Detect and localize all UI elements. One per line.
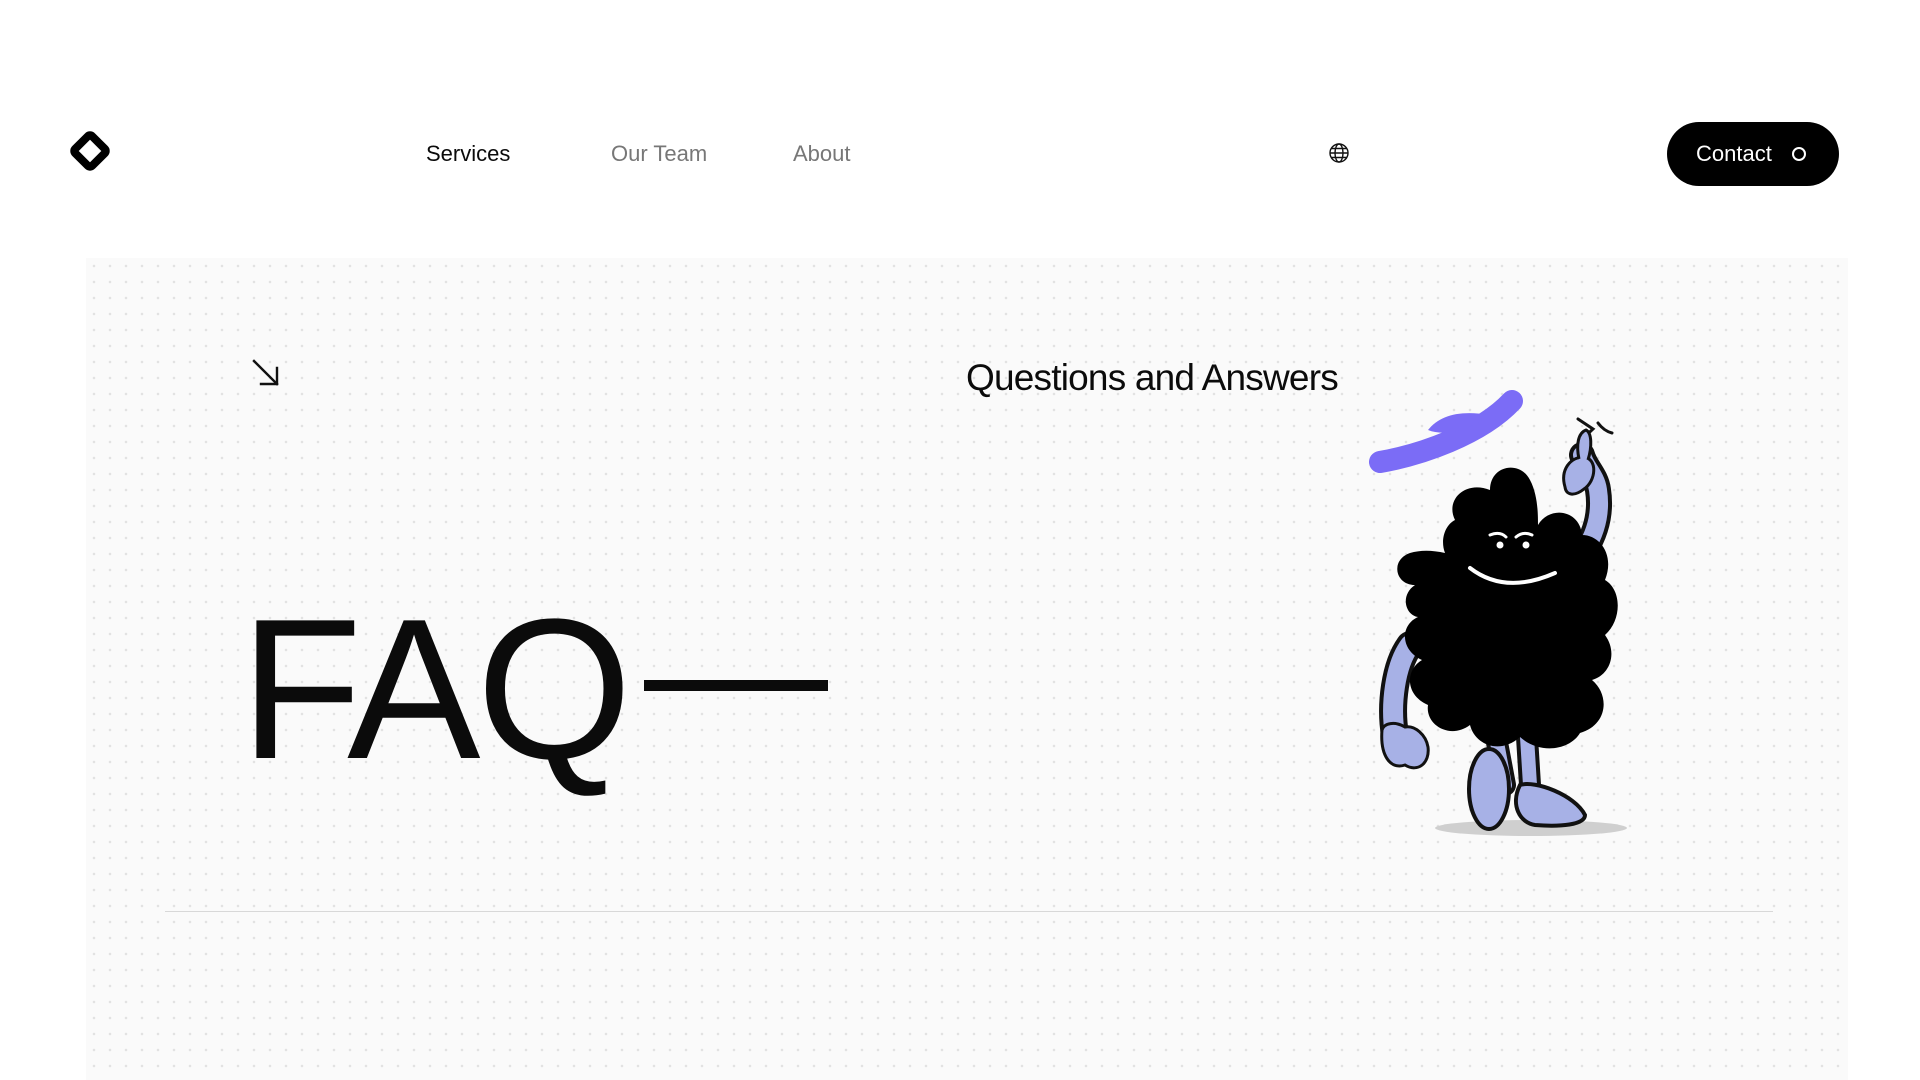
diamond-logo-icon	[70, 131, 110, 171]
arrow-down-right-icon	[252, 359, 279, 386]
page: Services Our Team About Contact Question…	[0, 0, 1920, 1080]
contact-button[interactable]: Contact	[1667, 122, 1839, 186]
circle-icon	[1792, 147, 1806, 161]
nav-our-team[interactable]: Our Team	[611, 140, 707, 168]
section-divider	[165, 911, 1773, 912]
section-subtitle: Questions and Answers	[966, 357, 1339, 398]
globe-icon[interactable]	[1328, 142, 1350, 164]
contact-button-label: Contact	[1696, 141, 1772, 166]
page-title: FAQ	[240, 578, 632, 801]
nav-services[interactable]: Services	[426, 140, 510, 168]
title-dash	[644, 680, 828, 691]
nav-about[interactable]: About	[793, 140, 851, 168]
mascot-illustration	[1369, 390, 1627, 836]
